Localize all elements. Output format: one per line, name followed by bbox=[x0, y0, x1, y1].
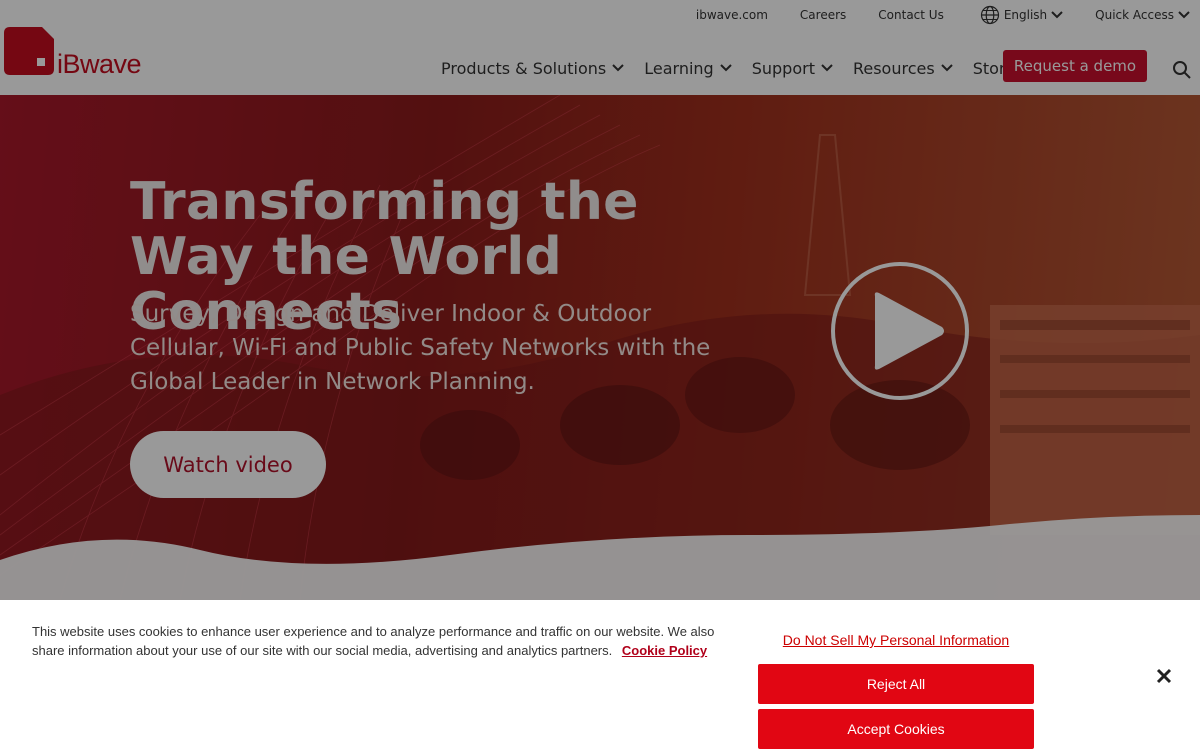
close-icon[interactable] bbox=[1154, 666, 1174, 686]
cookie-policy-link[interactable]: Cookie Policy bbox=[622, 643, 707, 658]
cookie-banner: This website uses cookies to enhance use… bbox=[0, 600, 1200, 750]
accept-cookies-button[interactable]: Accept Cookies bbox=[758, 709, 1034, 749]
do-not-sell-link[interactable]: Do Not Sell My Personal Information bbox=[758, 632, 1034, 648]
cookie-message-text: This website uses cookies to enhance use… bbox=[32, 624, 715, 658]
reject-all-button[interactable]: Reject All bbox=[758, 664, 1034, 704]
cookie-message: This website uses cookies to enhance use… bbox=[32, 622, 732, 660]
